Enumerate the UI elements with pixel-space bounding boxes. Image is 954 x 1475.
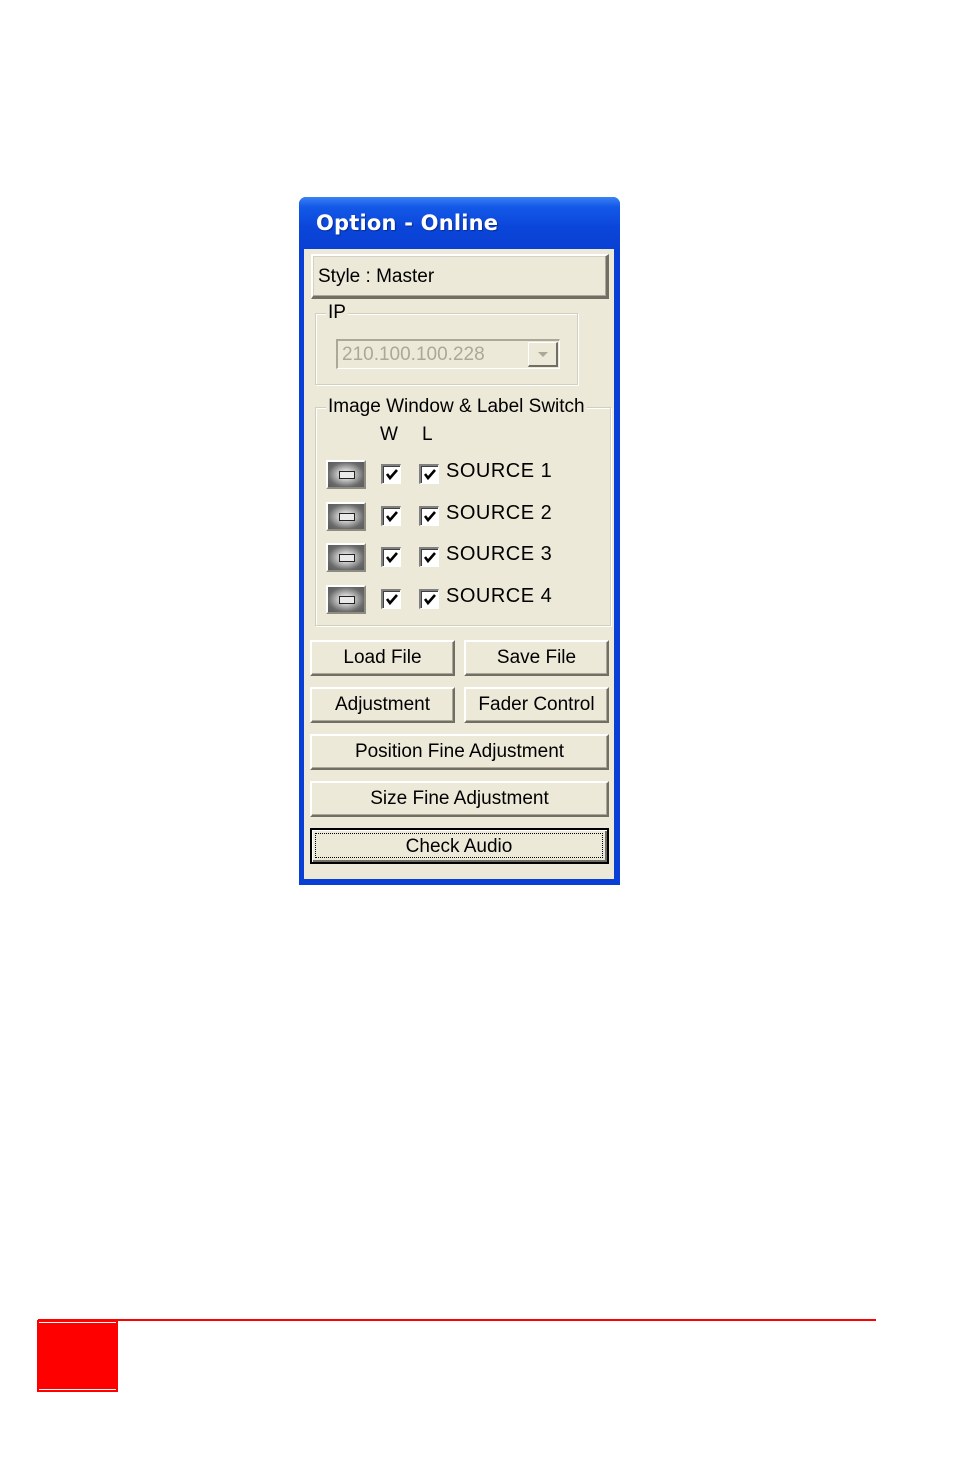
style-text: Style : Master — [318, 266, 435, 287]
ip-dropdown-button[interactable] — [528, 342, 558, 367]
image-window-label-switch-groupbox: Image Window & Label Switch W L SOURCE 1… — [315, 396, 611, 626]
source-3-label: SOURCE 3 — [446, 543, 553, 565]
source-3-w-checkbox[interactable] — [381, 547, 401, 567]
checkmark-icon — [423, 594, 436, 606]
checkmark-icon — [385, 552, 398, 564]
source-2-window-button[interactable] — [326, 502, 366, 531]
checkmark-icon — [423, 469, 436, 481]
load-file-button[interactable]: Load File — [310, 640, 455, 676]
footer-tab-line-top — [39, 1322, 116, 1323]
size-fine-adjustment-button[interactable]: Size Fine Adjustment — [310, 781, 609, 817]
position-fine-adjustment-button[interactable]: Position Fine Adjustment — [310, 734, 609, 770]
source-1-window-button[interactable] — [326, 460, 366, 489]
title-bar[interactable]: Option - Online — [299, 197, 620, 251]
source-2-w-checkbox[interactable] — [381, 506, 401, 526]
source-4-window-button[interactable] — [326, 585, 366, 614]
checkmark-icon — [385, 594, 398, 606]
footer-page-tab — [37, 1320, 118, 1392]
source-2-label: SOURCE 2 — [446, 502, 553, 524]
source-row-2: SOURCE 2 — [316, 498, 606, 532]
ip-combobox[interactable]: 210.100.100.228 — [336, 339, 560, 369]
column-header-w: W — [380, 424, 398, 445]
source-2-l-checkbox[interactable] — [419, 506, 439, 526]
style-display: Style : Master — [311, 254, 609, 299]
source-4-l-checkbox[interactable] — [419, 589, 439, 609]
checkmark-icon — [423, 552, 436, 564]
source-1-label: SOURCE 1 — [446, 460, 553, 482]
window-minus-icon — [339, 513, 355, 521]
footer-tab-line-bottom — [39, 1389, 116, 1390]
ip-value: 210.100.100.228 — [342, 344, 485, 365]
source-4-label: SOURCE 4 — [446, 585, 553, 607]
source-1-l-checkbox[interactable] — [419, 464, 439, 484]
footer-rule — [38, 1319, 876, 1321]
ip-groupbox: IP 210.100.100.228 — [315, 302, 578, 385]
check-audio-label: Check Audio — [315, 833, 603, 858]
source-1-w-checkbox[interactable] — [381, 464, 401, 484]
source-row-3: SOURCE 3 — [316, 539, 606, 573]
checkmark-icon — [423, 511, 436, 523]
fader-control-button[interactable]: Fader Control — [464, 687, 609, 723]
option-online-window: Option - Online Style : Master IP 210.10… — [299, 197, 620, 885]
window-title: Option - Online — [316, 211, 499, 235]
column-header-l: L — [422, 424, 433, 445]
adjustment-button[interactable]: Adjustment — [310, 687, 455, 723]
check-audio-button[interactable]: Check Audio — [310, 828, 609, 864]
window-minus-icon — [339, 554, 355, 562]
dialog-client-area: Style : Master IP 210.100.100.228 Image … — [304, 249, 614, 879]
image-group-label: Image Window & Label Switch — [326, 396, 587, 418]
chevron-down-icon — [538, 352, 548, 357]
save-file-button[interactable]: Save File — [464, 640, 609, 676]
window-minus-icon — [339, 596, 355, 604]
checkmark-icon — [385, 469, 398, 481]
source-3-l-checkbox[interactable] — [419, 547, 439, 567]
checkmark-icon — [385, 511, 398, 523]
ip-group-label: IP — [326, 302, 348, 324]
window-minus-icon — [339, 471, 355, 479]
source-row-4: SOURCE 4 — [316, 581, 606, 615]
source-4-w-checkbox[interactable] — [381, 589, 401, 609]
source-3-window-button[interactable] — [326, 543, 366, 572]
source-row-1: SOURCE 1 — [316, 456, 606, 490]
